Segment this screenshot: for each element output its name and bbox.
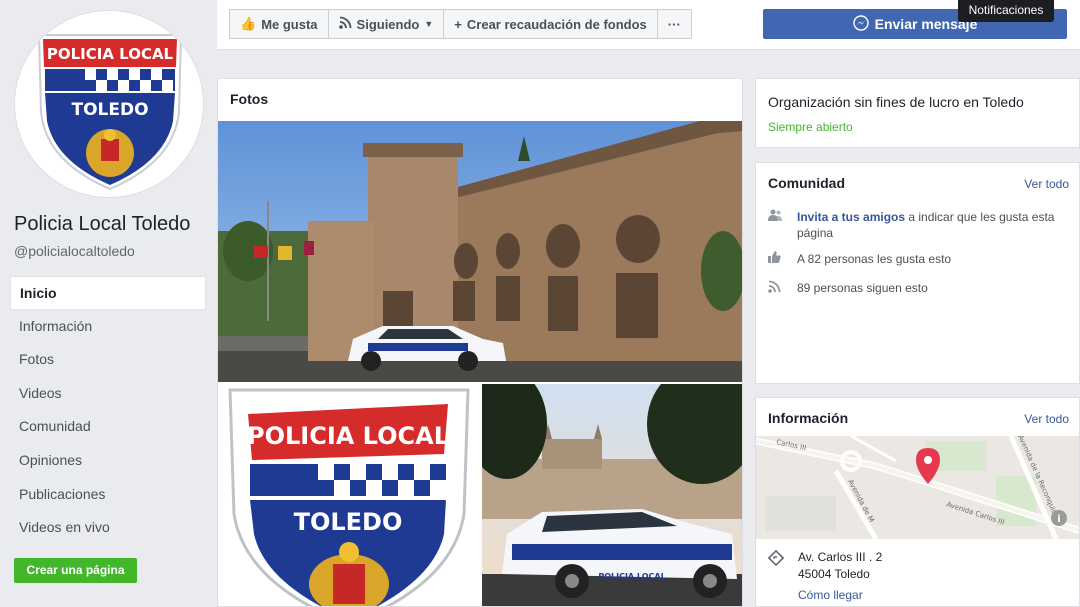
left-column: POLICIA LOCAL TOLEDO Policia Local Toled… (0, 0, 215, 607)
following-label: Siguiendo (356, 16, 420, 32)
information-card: Información Ver todo Carlos III Avenida … (755, 397, 1080, 607)
likes-count-text: A 82 personas les gusta esto (797, 252, 952, 266)
nav-item-fotos[interactable]: Fotos (10, 343, 206, 377)
followers-row: 89 personas siguen esto (768, 280, 1067, 297)
page-nav: Inicio Información Fotos Videos Comunida… (10, 276, 206, 545)
invite-friends-row: Invita a tus amigos a indicar que les gu… (768, 209, 1067, 241)
rss-icon (768, 280, 797, 297)
more-options-button[interactable]: ··· (658, 10, 691, 38)
open-hours: Siempre abierto (768, 120, 853, 134)
nav-item-informacion[interactable]: Información (10, 310, 206, 344)
car-door-text: POLICIA LOCAL (598, 572, 665, 581)
photos-title[interactable]: Fotos (230, 91, 268, 107)
nav-item-videos[interactable]: Videos (10, 377, 206, 411)
nav-item-videos-en-vivo[interactable]: Videos en vivo (10, 511, 206, 545)
fundraiser-label: Crear recaudación de fondos (466, 16, 647, 32)
like-label: Me gusta (261, 16, 318, 32)
page-handle[interactable]: @policialocaltoledo (14, 243, 135, 259)
page-category[interactable]: Organización sin fines de lucro en Toled… (768, 94, 1024, 110)
about-card: Organización sin fines de lucro en Toled… (755, 78, 1080, 148)
like-button[interactable]: 👍 Me gusta (230, 10, 329, 38)
information-see-all-link[interactable]: Ver todo (1024, 412, 1069, 426)
nav-item-inicio[interactable]: Inicio (10, 276, 206, 310)
chevron-down-icon: ▼ (424, 19, 434, 29)
photo-police-logo[interactable]: POLICIA LOCAL TOLEDO (218, 384, 480, 606)
nav-item-opiniones[interactable]: Opiniones (10, 444, 206, 478)
badge-city: TOLEDO (71, 100, 148, 120)
nav-item-publicaciones[interactable]: Publicaciones (10, 478, 206, 512)
action-buttons: 👍 Me gusta Siguiendo ▼ + Crear recaudaci… (229, 9, 692, 39)
page-name[interactable]: Policia Local Toledo (14, 213, 190, 236)
create-fundraiser-button[interactable]: + Crear recaudación de fondos (444, 10, 658, 38)
address-line-1: Av. Carlos III . 2 (798, 550, 883, 564)
invite-friends-link[interactable]: Invita a tus amigos (797, 210, 905, 224)
map-info-icon: i (1057, 514, 1060, 525)
directions-diamond-icon (767, 549, 785, 569)
photo-police-car[interactable]: POLICIA LOCAL (482, 384, 742, 606)
badge-text: POLICIA LOCAL (47, 45, 174, 63)
create-page-button[interactable]: Crear una página (14, 558, 137, 583)
likes-row: A 82 personas les gusta esto (768, 251, 1067, 267)
photo-police-building[interactable] (218, 121, 742, 382)
information-title: Información (768, 410, 849, 426)
police-badge-logo: POLICIA LOCAL TOLEDO (37, 34, 183, 191)
community-card: Comunidad Ver todo Invita a tus amigos a… (755, 162, 1080, 384)
page-action-bar: 👍 Me gusta Siguiendo ▼ + Crear recaudaci… (217, 0, 1080, 50)
notifications-tooltip: Notificaciones (958, 0, 1054, 22)
people-icon (768, 209, 797, 241)
profile-avatar[interactable]: POLICIA LOCAL TOLEDO (14, 10, 204, 198)
following-button[interactable]: Siguiendo ▼ (329, 10, 445, 38)
location-map[interactable]: Carlos III Avenida de la Reconquista Ave… (756, 436, 1079, 539)
followers-count-text: 89 personas siguen esto (797, 281, 928, 295)
photos-card: Fotos POLICIA LOCAL TOLEDO POLICIA LOCAL (217, 78, 743, 607)
nav-item-comunidad[interactable]: Comunidad (10, 410, 206, 444)
logo-photo-image: POLICIA LOCAL TOLEDO (228, 388, 470, 606)
address-line-2: 45004 Toledo (798, 567, 870, 581)
rss-icon (338, 16, 352, 32)
messenger-icon (852, 14, 869, 34)
plus-icon: + (454, 16, 462, 32)
community-see-all-link[interactable]: Ver todo (1024, 177, 1069, 191)
thumbs-up-icon: 👍 (240, 16, 257, 31)
community-title: Comunidad (768, 175, 845, 191)
thumbs-up-icon (768, 251, 797, 267)
get-directions-link[interactable]: Cómo llegar (798, 588, 863, 602)
photo-logo-text: POLICIA LOCAL (247, 422, 449, 450)
building-photo-image (218, 121, 742, 382)
car-photo-image: POLICIA LOCAL (482, 384, 742, 606)
photo-logo-city: TOLEDO (294, 508, 403, 536)
